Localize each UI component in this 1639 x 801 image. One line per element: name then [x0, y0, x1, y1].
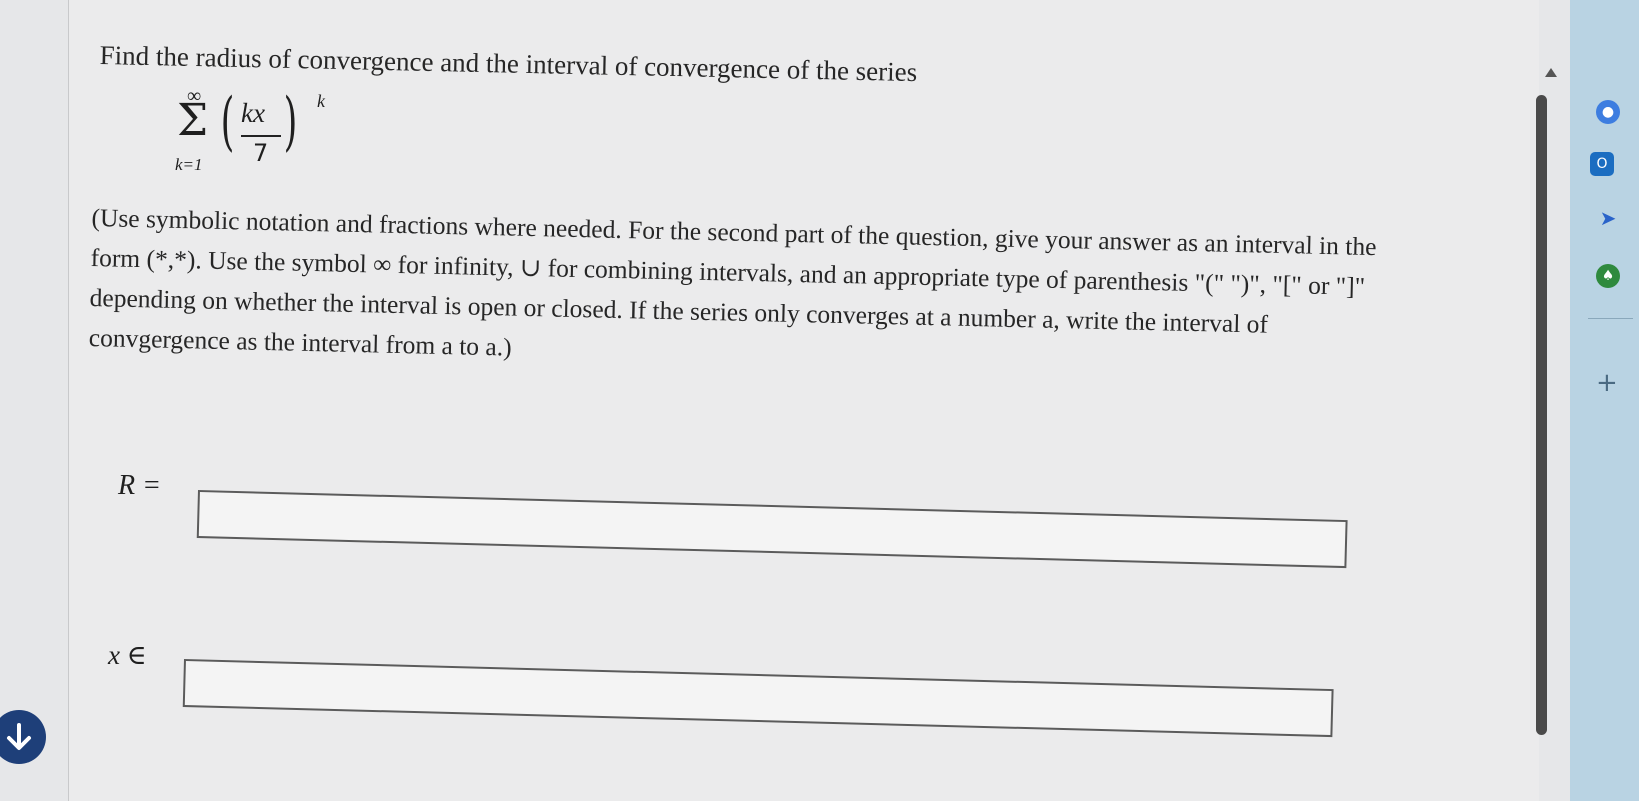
games-icon[interactable]: ♠	[1596, 264, 1620, 288]
series-lower-limit: k=1	[175, 155, 203, 174]
send-icon[interactable]: ➤	[1596, 206, 1620, 230]
right-paren: )	[283, 85, 298, 159]
outlook-icon[interactable]: O	[1590, 152, 1614, 176]
summation-sign: Σ	[177, 95, 209, 146]
scrollbar-thumb[interactable]	[1536, 95, 1547, 735]
left-paren: (	[220, 85, 235, 159]
scroll-up-arrow-icon[interactable]	[1545, 68, 1557, 77]
copilot-icon[interactable]: ●	[1596, 100, 1620, 124]
fraction-numerator: kx	[241, 98, 265, 128]
fraction-bar	[241, 135, 281, 137]
add-sidebar-app-icon[interactable]: +	[1596, 368, 1618, 398]
sidebar-divider	[1588, 318, 1633, 319]
fraction-denominator: 7	[253, 139, 269, 167]
interval-label: x ∈	[108, 640, 147, 670]
arrow-down-icon	[7, 723, 31, 750]
radius-label: R =	[118, 470, 161, 501]
instructions: (Use symbolic notation and fractions whe…	[88, 198, 1431, 388]
series-expression: ∞ Σ k=1 ( kx 7 ) k	[175, 85, 335, 180]
series-exponent: k	[317, 91, 325, 111]
